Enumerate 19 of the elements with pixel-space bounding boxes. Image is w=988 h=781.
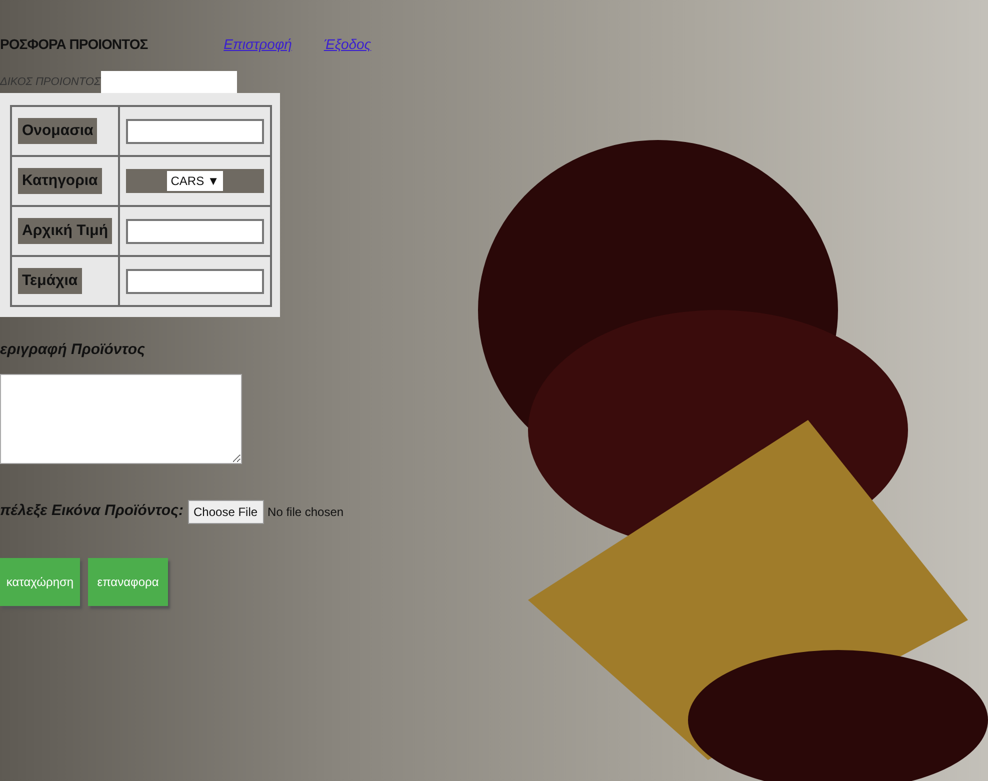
choose-file-button[interactable]: Choose File: [188, 500, 264, 524]
field-label: Κατηγορια: [18, 168, 102, 194]
section-label: εριγραφή Προϊόντος: [0, 340, 146, 360]
file-status: No file chosen: [268, 504, 344, 520]
product-code-field[interactable]: [100, 71, 237, 93]
category-dropdown[interactable]: CARS ▼: [126, 169, 264, 193]
page-title: ΡΟΣΦΟΡΑ ΠΡΟΙΟΝΤΟΣ: [0, 35, 148, 54]
description-field[interactable]: [0, 374, 242, 464]
field-label: πέλεξε Εικόνα Προϊόντος:: [0, 501, 184, 522]
field-label: Ονομασια: [18, 118, 98, 144]
input-field[interactable]: [126, 118, 264, 144]
nav-link[interactable]: Επιστροφή: [224, 34, 292, 55]
input-field[interactable]: [126, 268, 264, 294]
field-label: Αρχική Τιμή: [18, 218, 112, 244]
submit-button[interactable]: καταχώρηση: [0, 558, 80, 606]
reset-button[interactable]: επαναφορα: [88, 558, 168, 606]
input-field[interactable]: [126, 218, 264, 244]
nav-link[interactable]: Έξοδος: [324, 34, 372, 55]
field-label: Τεμάχια: [18, 268, 82, 294]
